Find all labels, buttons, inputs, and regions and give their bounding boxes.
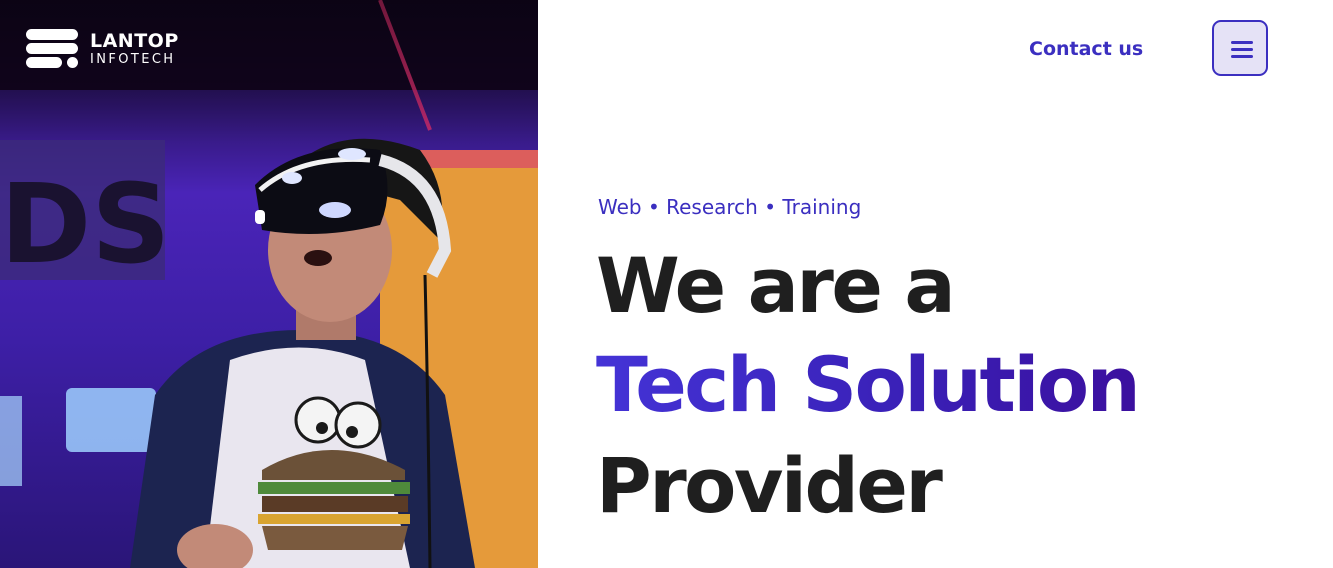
vr-person-illustration: DS [0, 0, 538, 568]
hero-photo: DS [0, 0, 538, 568]
stacked-bars-logo-icon [26, 28, 80, 70]
brand-name: LANTOP [90, 30, 179, 52]
hero-tagline: Web • Research • Training [598, 195, 862, 219]
contact-us-link[interactable]: Contact us [1029, 38, 1143, 60]
brand-subtitle: INFOTECH [90, 52, 176, 67]
headline-line-2: Tech Solution [596, 340, 1141, 429]
headline-line-3: Provider [596, 441, 943, 530]
menu-button[interactable] [1212, 20, 1268, 76]
headline-line-1: We are a [596, 241, 956, 330]
brand-logo[interactable]: LANTOP INFOTECH [26, 28, 196, 72]
